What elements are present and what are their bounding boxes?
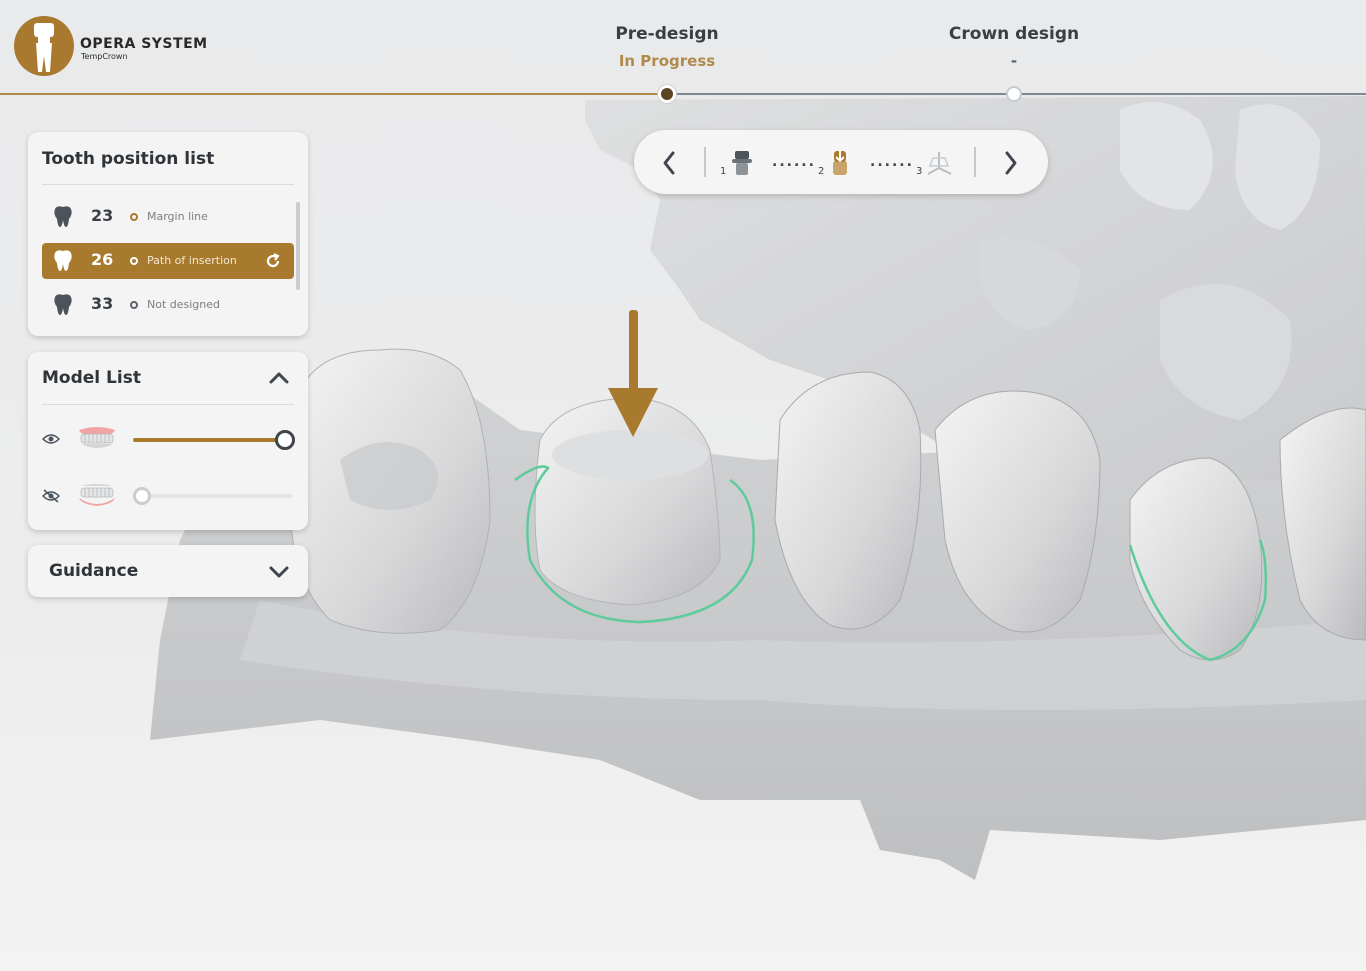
step-pre-design[interactable]: Pre-design In Progress — [557, 24, 777, 70]
panel-title: Tooth position list — [42, 149, 215, 169]
crown-logo-icon — [14, 16, 74, 76]
tooth-status: Path of insertion — [147, 254, 237, 267]
tooth-icon — [52, 205, 74, 233]
guidance-panel[interactable]: Guidance — [28, 545, 308, 597]
status-indicator — [130, 301, 138, 309]
step-title: Crown design — [948, 24, 1080, 44]
eye-icon[interactable] — [41, 431, 61, 450]
pre-design-toolbar: 1 ...... 2 ...... 3 — [634, 130, 1048, 194]
tool-step-connector: ...... — [870, 154, 914, 170]
tooth-status: Not designed — [147, 298, 221, 311]
abutment-icon[interactable] — [730, 148, 754, 182]
opacity-slider-handle[interactable] — [133, 487, 151, 505]
model-row-upper-jaw — [41, 424, 298, 454]
progress-line-complete — [0, 93, 668, 95]
opacity-slider-lower[interactable] — [133, 494, 293, 498]
path-of-insertion-icon[interactable] — [828, 147, 852, 181]
tooth-status: Margin line — [147, 210, 208, 223]
step-status: - — [1010, 52, 1018, 70]
insertion-arrow-shaft — [629, 310, 638, 395]
upper-jaw-thumbnail-icon — [76, 424, 118, 458]
tooth-row-33[interactable]: 33 Not designed — [42, 287, 294, 323]
tooth-number: 23 — [91, 206, 114, 225]
brand-subtitle: TempCrown — [81, 52, 128, 61]
coordinate-axes-icon[interactable] — [924, 148, 954, 182]
brand-name: OPERA SYSTEM — [80, 36, 208, 52]
tooth-list-scrollbar[interactable] — [296, 202, 300, 290]
tool-step-number: 2 — [818, 166, 825, 177]
chevron-up-icon[interactable] — [268, 370, 290, 390]
opacity-slider-handle[interactable] — [275, 430, 295, 450]
tooth-number: 33 — [91, 294, 114, 313]
opacity-slider-upper[interactable] — [133, 438, 288, 442]
step-status: In Progress — [618, 52, 716, 70]
tool-step-connector: ...... — [772, 154, 816, 170]
model-list-panel: Model List — [28, 352, 308, 530]
eye-hidden-icon[interactable] — [41, 488, 61, 507]
tooth-icon — [52, 293, 74, 321]
panel-title: Guidance — [49, 561, 139, 581]
tooth-row-26[interactable]: 26 Path of insertion — [42, 243, 294, 279]
lower-jaw-thumbnail-icon — [76, 480, 118, 514]
status-indicator — [130, 257, 138, 265]
tooth-number: 26 — [91, 250, 114, 269]
step-title: Pre-design — [615, 24, 719, 44]
chevron-left-icon[interactable] — [660, 150, 678, 180]
tool-step-number: 1 — [720, 166, 727, 177]
step-dot-active[interactable] — [658, 85, 676, 103]
chevron-right-icon[interactable] — [1002, 150, 1020, 180]
chevron-down-icon[interactable] — [268, 564, 290, 584]
status-indicator — [130, 213, 138, 221]
tooth-row-23[interactable]: 23 Margin line — [42, 199, 294, 235]
step-dot-pending[interactable] — [1006, 86, 1022, 102]
app-header: OPERA SYSTEM TempCrown Pre-design In Pro… — [0, 0, 1366, 103]
panel-title: Model List — [42, 368, 141, 388]
tooth-icon — [52, 249, 74, 277]
tool-step-number: 3 — [916, 166, 923, 177]
reset-icon[interactable] — [264, 252, 282, 274]
step-crown-design[interactable]: Crown design - — [904, 24, 1124, 70]
model-row-lower-jaw — [41, 480, 298, 510]
tooth-position-panel: Tooth position list 23 Margin line 26 Pa… — [28, 132, 308, 336]
